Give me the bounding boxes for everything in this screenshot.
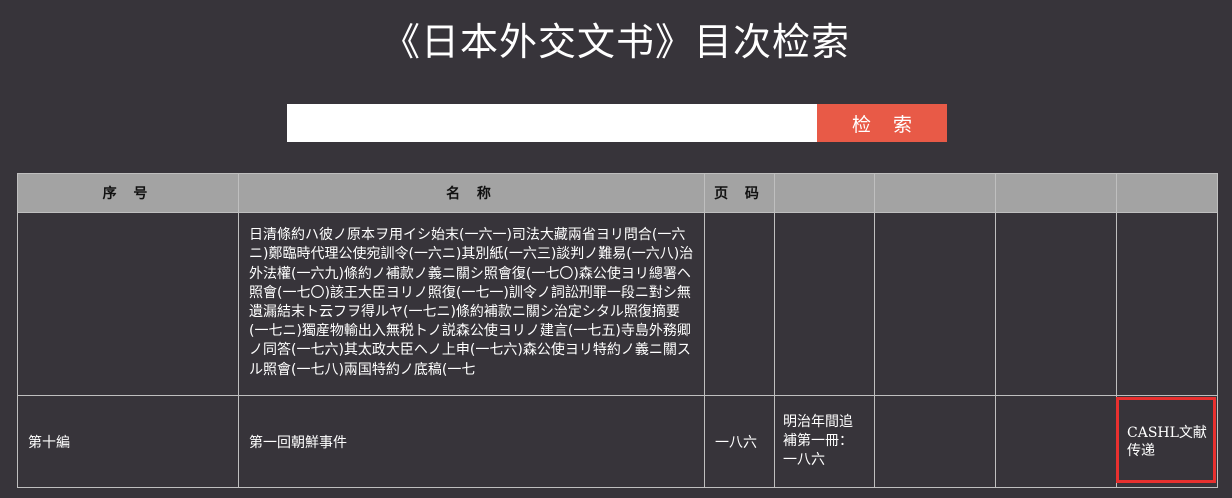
cell-link-container: CASHL文献传递 [1116, 395, 1218, 488]
table-row: 第十編 第一回朝鮮事件 一八六 明治年間追補第一冊：一八六 CASHL文献传递 [17, 395, 1218, 488]
header-col7 [1116, 173, 1218, 213]
cell-name: 日清條約ハ彼ノ原本ヲ用イシ始末(一六一)司法大藏兩省ヨリ問合(一六ニ)鄭臨時代理… [238, 212, 705, 396]
cell-seq: 第十編 [17, 395, 239, 488]
header-col4 [774, 173, 875, 213]
cell-link [1116, 212, 1218, 396]
cell-empty [995, 212, 1117, 396]
results-table: 序 号 名 称 页 码 日清條約ハ彼ノ原本ヲ用イシ始末(一六一)司法大藏兩省ヨリ… [17, 173, 1218, 488]
cell-page: 一八六 [704, 395, 775, 488]
header-seq: 序 号 [17, 173, 239, 213]
header-col5 [874, 173, 996, 213]
table-header-row: 序 号 名 称 页 码 [17, 173, 1218, 213]
cell-empty [874, 395, 996, 488]
cell-empty [995, 395, 1117, 488]
cell-name: 第一回朝鮮事件 [238, 395, 705, 488]
cell-source [774, 212, 875, 396]
header-name: 名 称 [238, 173, 705, 213]
cell-seq [17, 212, 239, 396]
table-row: 日清條約ハ彼ノ原本ヲ用イシ始末(一六一)司法大藏兩省ヨリ問合(一六ニ)鄭臨時代理… [17, 212, 1218, 396]
cell-page [704, 212, 775, 396]
cell-source: 明治年間追補第一冊：一八六 [774, 395, 875, 488]
search-bar: 检 索 [287, 104, 947, 142]
cashl-document-delivery-link[interactable]: CASHL文献传递 [1117, 424, 1217, 460]
header-col6 [995, 173, 1117, 213]
header-page: 页 码 [704, 173, 775, 213]
search-button[interactable]: 检 索 [817, 104, 947, 142]
search-input[interactable] [287, 104, 817, 142]
cell-empty [874, 212, 996, 396]
page-title: 《日本外交文书》目次检索 [381, 20, 850, 64]
